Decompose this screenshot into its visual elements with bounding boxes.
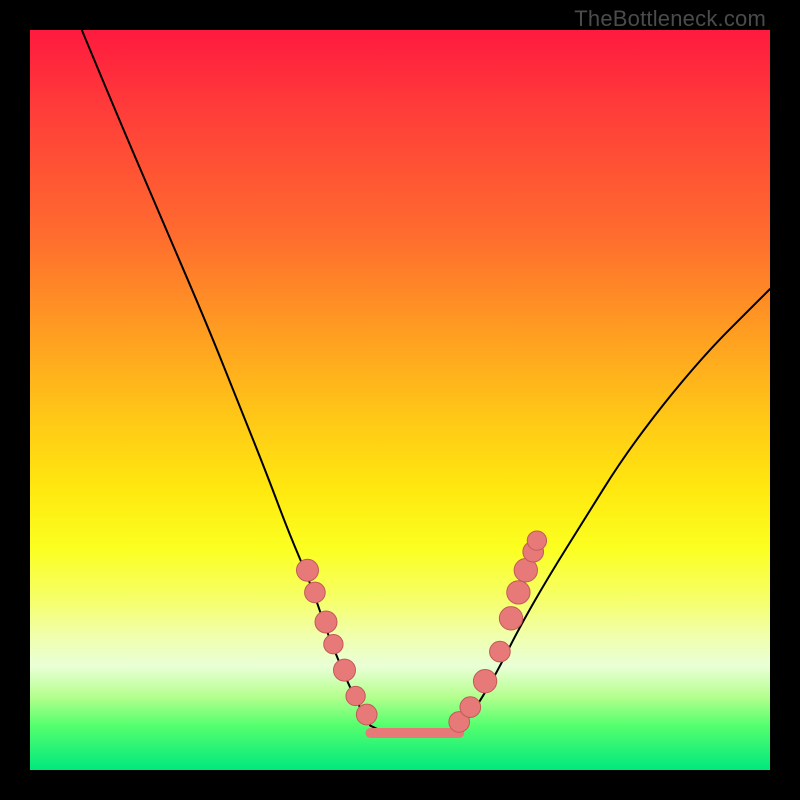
scatter-point — [499, 607, 522, 630]
curve-right-branch — [459, 289, 770, 729]
scatter-point — [507, 581, 530, 604]
watermark-text: TheBottleneck.com — [574, 6, 766, 32]
scatter-point — [490, 641, 511, 662]
scatter-point — [473, 670, 496, 693]
scatter-points-group — [297, 531, 547, 732]
chart-svg — [30, 30, 770, 770]
scatter-point — [334, 659, 356, 681]
scatter-point — [527, 531, 546, 550]
scatter-point — [315, 611, 337, 633]
scatter-point — [297, 559, 319, 581]
scatter-point — [346, 686, 365, 705]
scatter-point — [356, 704, 377, 725]
scatter-point — [324, 635, 343, 654]
scatter-point — [305, 582, 326, 603]
chart-frame — [30, 30, 770, 770]
scatter-point — [460, 697, 481, 718]
